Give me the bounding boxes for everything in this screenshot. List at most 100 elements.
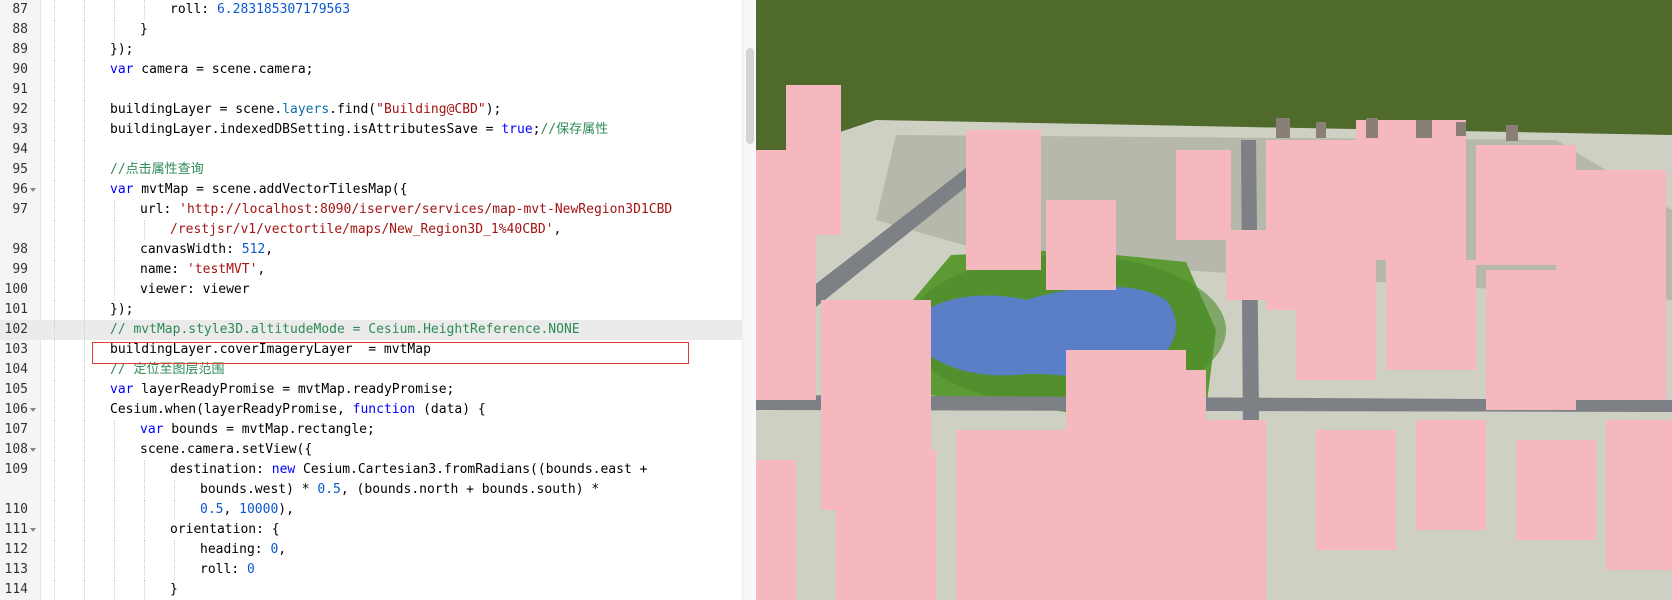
indent-guide	[84, 300, 85, 320]
fold-arrow-icon[interactable]	[30, 528, 36, 532]
code-token: scene.camera.setView({	[140, 442, 313, 457]
code-line[interactable]: 89});	[0, 40, 742, 60]
code-text: }	[140, 20, 148, 40]
indent-guide	[114, 200, 115, 220]
code-editor[interactable]: 87 roll: 6.283185307179563 88} 89}); 90 var c…	[0, 0, 756, 600]
line-number: 110	[4, 502, 28, 517]
indent-guide	[114, 500, 115, 520]
editor-scrollbar[interactable]	[742, 0, 756, 600]
indent-guide	[54, 120, 55, 140]
code-text: Cesium.when(layerReadyPromise, function …	[110, 400, 486, 420]
code-token: layerReadyPromise = mvtMap.readyPromise;	[133, 382, 455, 397]
code-line[interactable]: 113 roll: 0	[0, 560, 742, 580]
indent-guide	[54, 320, 55, 340]
highlight-box	[92, 342, 689, 364]
line-number: 90	[12, 62, 28, 77]
line-number: 104	[4, 362, 28, 377]
indent-guide	[84, 220, 85, 240]
code-line[interactable]: 96 var mvtMap = scene.addVectorTilesMap({	[0, 180, 742, 200]
code-lines[interactable]: 87 roll: 6.283185307179563 88} 89}); 90 var c…	[0, 0, 742, 600]
code-token: (data) {	[415, 402, 486, 417]
line-number: 96	[12, 182, 28, 197]
indent-guide	[144, 500, 145, 520]
code-line[interactable]: 110 0.5, 10000),	[0, 500, 742, 520]
code-line[interactable]: 102 // mvtMap.style3D.altitudeMode = Cesi…	[0, 320, 742, 340]
code-text: });	[110, 40, 133, 60]
code-line[interactable]: 93 buildingLayer.indexedDBSetting.isAttri…	[0, 120, 742, 140]
code-line[interactable]: 107 var bounds = mvtMap.rectangle;	[0, 420, 742, 440]
code-line[interactable]: bounds.west) * 0.5, (bounds.north + boun…	[0, 480, 742, 500]
code-token: });	[110, 302, 134, 317]
code-line[interactable]: 108 scene.camera.setView({	[0, 440, 742, 460]
line-number: 99	[12, 262, 28, 277]
3d-scene-viewport[interactable]	[756, 0, 1672, 600]
code-text: /restjsr/v1/vectortile/maps/New_Region3D…	[170, 220, 561, 240]
line-number: 98	[12, 242, 28, 257]
code-token: /restjsr/v1/vectortile/maps/New_Region3D…	[170, 222, 554, 237]
code-line[interactable]: 98 canvasWidth: 512,	[0, 240, 742, 260]
fold-arrow-icon[interactable]	[30, 448, 36, 452]
indent-guide	[54, 460, 55, 480]
code-line[interactable]: /restjsr/v1/vectortile/maps/New_Region3D…	[0, 220, 742, 240]
fold-arrow-icon[interactable]	[30, 188, 36, 192]
code-text: viewer: viewer	[140, 280, 250, 300]
code-line[interactable]: 114}	[0, 580, 742, 600]
code-token: ,	[265, 242, 274, 257]
code-text: bounds.west) * 0.5, (bounds.north + boun…	[200, 480, 599, 500]
code-line[interactable]: 105 var layerReadyPromise = mvtMap.readyP…	[0, 380, 742, 400]
code-line[interactable]: 112 heading: 0,	[0, 540, 742, 560]
indent-guide	[174, 540, 175, 560]
code-line[interactable]: 111 orientation: {	[0, 520, 742, 540]
indent-guide	[54, 40, 55, 60]
indent-guide	[84, 420, 85, 440]
indent-guide	[84, 40, 85, 60]
code-token: name:	[140, 262, 187, 277]
code-line[interactable]: 106 Cesium.when(layerReadyPromise, functi…	[0, 400, 742, 420]
line-number: 112	[4, 542, 28, 557]
app: 87 roll: 6.283185307179563 88} 89}); 90 var c…	[0, 0, 1672, 600]
code-token: destination:	[170, 462, 272, 477]
code-token: ),	[278, 502, 294, 517]
building	[1486, 270, 1576, 410]
indent-guide	[84, 580, 85, 600]
code-line[interactable]: 87 roll: 6.283185307179563	[0, 0, 742, 20]
indent-guide	[54, 380, 55, 400]
code-line[interactable]: 88}	[0, 20, 742, 40]
line-number: 102	[4, 322, 28, 337]
line-number: 114	[4, 582, 28, 597]
code-token: //保存属性	[540, 122, 609, 137]
indent-guide	[84, 120, 85, 140]
fold-arrow-icon[interactable]	[30, 408, 36, 412]
code-line[interactable]: 91	[0, 80, 742, 100]
code-line[interactable]: 100 viewer: viewer	[0, 280, 742, 300]
code-line[interactable]: 109 destination: new Cesium.Cartesian3.fr…	[0, 460, 742, 480]
code-text: canvasWidth: 512,	[140, 240, 273, 260]
code-token: //点击属性查询	[110, 162, 204, 177]
code-token: 10000	[239, 502, 279, 517]
code-line[interactable]: 94	[0, 140, 742, 160]
indent-guide	[54, 100, 55, 120]
building	[1176, 150, 1231, 240]
indent-guide	[144, 0, 145, 20]
code-line[interactable]: 90 var camera = scene.camera;	[0, 60, 742, 80]
indent-guide	[84, 180, 85, 200]
code-token: true	[501, 122, 533, 137]
indent-guide	[54, 140, 55, 160]
code-line[interactable]: 101});	[0, 300, 742, 320]
code-line[interactable]: 97 url: 'http://localhost:8090/iserver/se…	[0, 200, 742, 220]
indent-guide	[84, 320, 85, 340]
indent-guide	[54, 60, 55, 80]
code-text: buildingLayer = scene.layers.find("Build…	[110, 100, 501, 120]
indent-guide	[114, 260, 115, 280]
indent-guide	[54, 160, 55, 180]
indent-guide	[54, 280, 55, 300]
editor-scrollbar-thumb[interactable]	[746, 48, 754, 144]
code-text: buildingLayer.indexedDBSetting.isAttribu…	[110, 120, 608, 140]
indent-guide	[54, 260, 55, 280]
indent-guide	[114, 460, 115, 480]
code-text: // mvtMap.style3D.altitudeMode = Cesium.…	[110, 320, 580, 340]
code-line[interactable]: 95 //点击属性查询	[0, 160, 742, 180]
code-line[interactable]: 99 name: 'testMVT',	[0, 260, 742, 280]
code-line[interactable]: 92 buildingLayer = scene.layers.find("Bui…	[0, 100, 742, 120]
3d-city-scene[interactable]	[756, 0, 1672, 600]
